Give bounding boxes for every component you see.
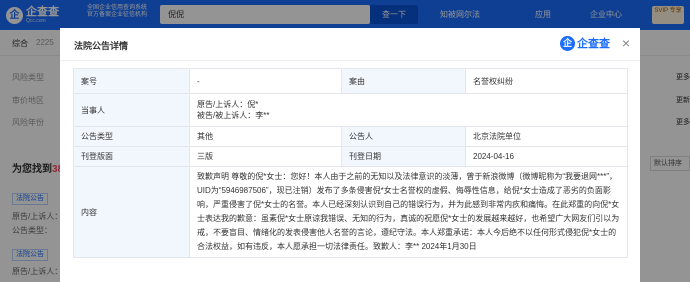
table-row: 内容 致歉声明 尊敬的倪*女士：您好！本人由于之前的无知以及法律意识的淡薄，曾于… <box>73 166 628 258</box>
modal-header: 法院公告详情 企 企查查 × <box>60 28 640 61</box>
party-label: 当事人 <box>73 93 190 127</box>
announcer-label: 公告人 <box>341 126 466 147</box>
plaintiff-line: 原告/上诉人：倪* <box>197 100 259 109</box>
case-number-label: 案号 <box>73 68 190 94</box>
table-row: 公告类型 其他 公告人 北京法院单位 <box>73 126 628 147</box>
content-value: 致歉声明 尊敬的倪*女士：您好！本人由于之前的无知以及法律意识的淡薄，曾于新浪微… <box>189 166 628 258</box>
announcement-type-label: 公告类型 <box>73 126 190 147</box>
table-row: 刊登版面 三版 刊登日期 2024-04-16 <box>73 146 628 167</box>
modal-title: 法院公告详情 <box>74 41 129 51</box>
case-cause-value: 名誉权纠纷 <box>465 68 628 94</box>
content-label: 内容 <box>73 166 190 258</box>
publication-page-label: 刊登版面 <box>73 146 190 167</box>
party-value: 原告/上诉人：倪* 被告/被上诉人：李** <box>189 93 628 127</box>
publication-date-label: 刊登日期 <box>341 146 466 167</box>
case-cause-label: 案由 <box>341 68 466 94</box>
announcement-detail-table: 案号 - 案由 名誉权纠纷 当事人 原告/上诉人：倪* 被告/被上诉人：李** … <box>73 68 628 258</box>
defendant-line: 被告/被上诉人：李** <box>197 111 270 120</box>
publication-date-value: 2024-04-16 <box>465 146 628 167</box>
table-row: 案号 - 案由 名誉权纠纷 <box>73 68 628 94</box>
announcer-value: 北京法院单位 <box>465 126 628 147</box>
modal-logo-text: 企查查 <box>577 38 610 50</box>
court-announcement-modal: 法院公告详情 企 企查查 × 案号 - 案由 名誉权纠纷 当事人 原告/上诉人：… <box>60 28 640 282</box>
publication-page-value: 三版 <box>189 146 342 167</box>
modal-logo-mark: 企 <box>560 35 575 51</box>
announcement-type-value: 其他 <box>189 126 342 147</box>
close-icon[interactable]: × <box>618 35 634 51</box>
case-number-value: - <box>189 68 342 94</box>
modal-brand-logo: 企 企查查 <box>560 35 610 51</box>
table-row: 当事人 原告/上诉人：倪* 被告/被上诉人：李** <box>73 93 628 127</box>
